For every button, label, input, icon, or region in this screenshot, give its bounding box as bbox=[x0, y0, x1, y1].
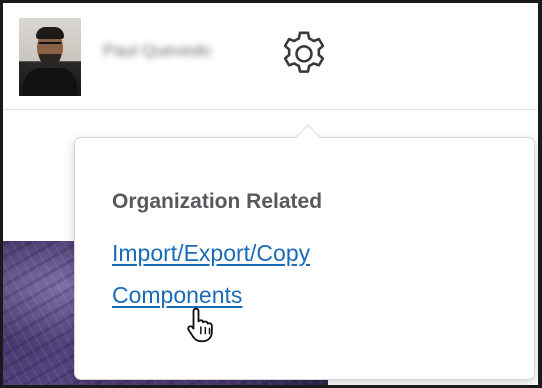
settings-dropdown: Organization Related Import/Export/Copy … bbox=[74, 137, 535, 380]
import-export-copy-link[interactable]: Import/Export/Copy bbox=[112, 240, 310, 267]
avatar-glasses bbox=[39, 42, 61, 49]
user-name[interactable]: Paul Quevedo bbox=[103, 41, 211, 61]
hand-pointer-icon bbox=[187, 307, 213, 343]
top-navbar: Paul Quevedo bbox=[3, 3, 538, 109]
screenshot-frame: Paul Quevedo Organization Related Import… bbox=[0, 0, 542, 388]
navbar-divider bbox=[3, 109, 538, 110]
gear-icon[interactable] bbox=[276, 27, 332, 83]
avatar[interactable] bbox=[19, 18, 81, 96]
avatar-hair bbox=[36, 27, 64, 39]
avatar-beard bbox=[39, 54, 61, 66]
section-heading: Organization Related bbox=[112, 190, 323, 213]
avatar-body bbox=[23, 68, 77, 96]
components-link[interactable]: Components bbox=[112, 282, 242, 309]
